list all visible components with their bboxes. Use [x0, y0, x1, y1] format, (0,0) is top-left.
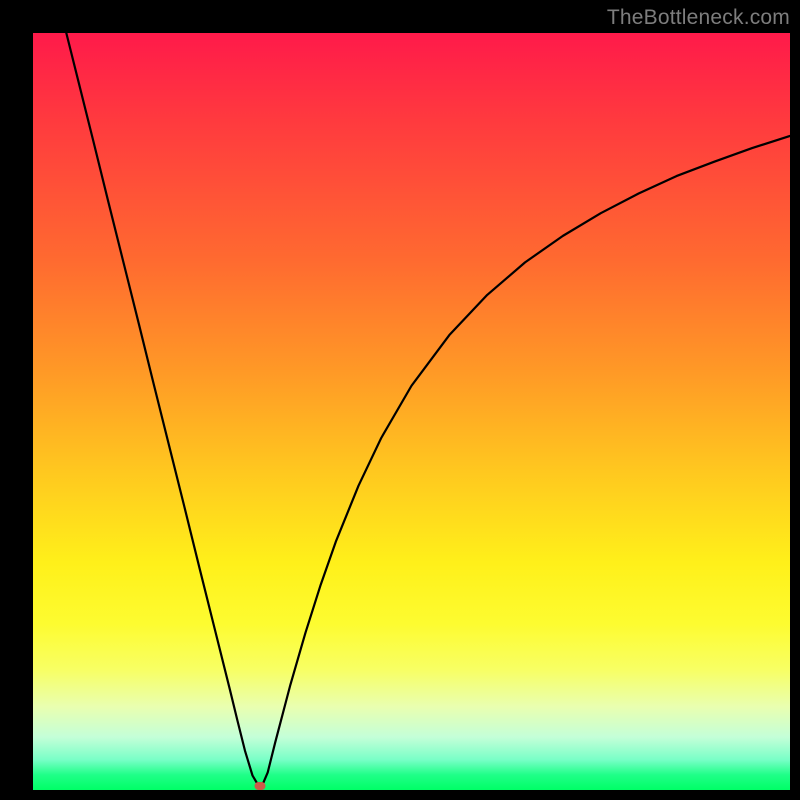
chart-frame: TheBottleneck.com: [0, 0, 800, 800]
curve-minimum-marker: [255, 782, 266, 790]
watermark-text: TheBottleneck.com: [607, 6, 790, 30]
chart-plot-area: [33, 33, 790, 790]
bottleneck-curve: [33, 33, 790, 790]
